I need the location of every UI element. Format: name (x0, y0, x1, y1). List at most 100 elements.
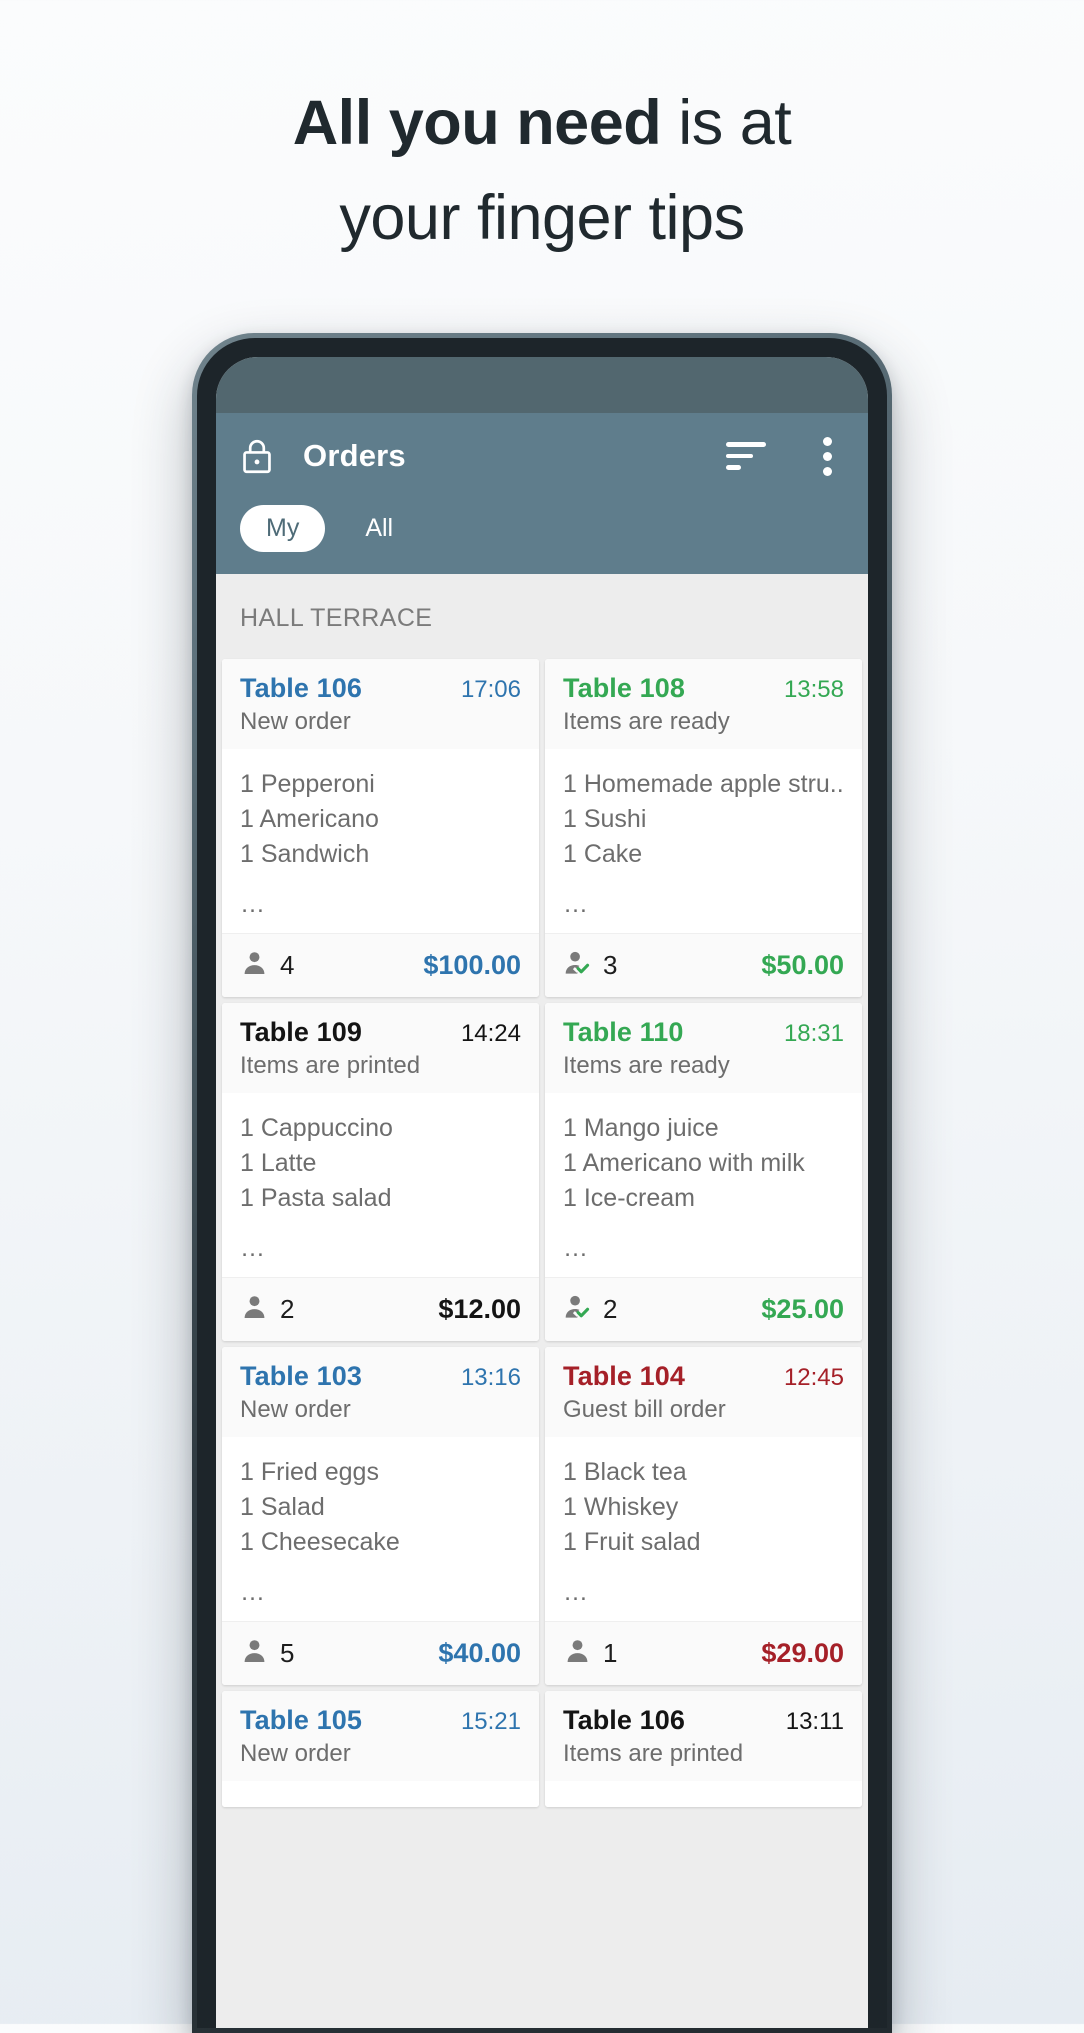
guest-count: 4 (280, 949, 295, 980)
order-card-header-row: Table 106 13:11 (563, 1705, 844, 1736)
order-card-footer: 2 $25.00 (545, 1277, 862, 1341)
order-card[interactable]: Table 103 13:16 New order 1 Fried eggs 1 … (222, 1347, 539, 1685)
order-time: 15:21 (460, 1708, 521, 1735)
order-total: $25.00 (761, 1293, 844, 1324)
order-item: 1 Cappuccino (240, 1114, 393, 1142)
guest-count-group: 5 (240, 1636, 294, 1670)
orders-grid: Table 106 17:06 New order 1 Pepperoni 1 A… (216, 659, 868, 1807)
order-table-name: Table 104 (563, 1361, 685, 1391)
order-more-indicator: … (563, 1578, 591, 1606)
order-card-footer: 1 $29.00 (545, 1621, 862, 1685)
section-header-hall-terrace: HALL TERRACE (240, 604, 433, 632)
order-table-name: Table 108 (563, 673, 685, 703)
person-icon (240, 1636, 269, 1670)
order-card-header-row: Table 110 18:31 (563, 1017, 844, 1048)
guest-count: 2 (280, 1293, 295, 1324)
order-total: $100.00 (423, 949, 521, 980)
order-total: $50.00 (761, 949, 844, 980)
orders-content: HALL TERRACE Table 106 17:06 New order 1… (216, 574, 868, 2026)
guest-count-group: 2 (563, 1292, 617, 1326)
phone-bezel: Orders My All HALL TERRACE Table 106 17:… (192, 333, 892, 2033)
order-time: 13:11 (785, 1708, 844, 1735)
guest-count: 2 (603, 1293, 618, 1324)
order-card[interactable]: Table 106 13:11 Items are printed (545, 1691, 862, 1807)
guest-count-group: 2 (240, 1292, 294, 1326)
order-item: 1 Fried eggs (240, 1458, 379, 1486)
order-card[interactable]: Table 106 17:06 New order 1 Pepperoni 1 A… (222, 659, 539, 997)
guest-count-group: 1 (563, 1636, 617, 1670)
order-status: Items are printed (240, 1052, 421, 1079)
person-icon (240, 948, 269, 982)
order-time: 18:31 (783, 1020, 844, 1047)
order-item: 1 Cake (563, 840, 643, 868)
sort-icon[interactable] (726, 442, 766, 471)
order-total: $12.00 (438, 1293, 521, 1324)
order-card-header-row: Table 108 13:58 (563, 673, 844, 704)
status-bar (216, 357, 868, 413)
order-item: 1 Latte (240, 1149, 317, 1177)
order-more-indicator: … (563, 1234, 591, 1262)
order-items: 1 Homemade apple stru... 1 Sushi 1 Cake … (545, 749, 862, 933)
phone-inner-bezel: Orders My All HALL TERRACE Table 106 17:… (197, 338, 887, 2028)
order-card-header: Table 110 18:31 Items are ready (545, 1003, 862, 1093)
order-more-indicator: … (563, 890, 591, 918)
order-card-footer: 5 $40.00 (222, 1621, 539, 1685)
order-card[interactable]: Table 109 14:24 Items are printed 1 Capp… (222, 1003, 539, 1341)
order-status: New order (240, 1740, 351, 1767)
app-bar: Orders (216, 413, 868, 499)
order-time: 13:16 (460, 1364, 521, 1391)
guest-count: 1 (603, 1637, 618, 1668)
order-card-header: Table 106 13:11 Items are printed (545, 1691, 862, 1781)
order-table-name: Table 109 (240, 1017, 362, 1047)
lock-icon[interactable] (240, 437, 274, 475)
order-card-footer: 4 $100.00 (222, 933, 539, 997)
order-more-indicator: … (240, 1578, 268, 1606)
order-time: 12:45 (783, 1364, 844, 1391)
tab-my[interactable]: My (240, 505, 326, 552)
order-card[interactable]: Table 105 15:21 New order (222, 1691, 539, 1807)
order-card-footer: 2 $12.00 (222, 1277, 539, 1341)
more-vertical-icon[interactable] (810, 436, 844, 476)
order-item: 1 Pasta salad (240, 1184, 392, 1212)
order-status: Items are ready (563, 708, 730, 735)
order-card-header: Table 108 13:58 Items are ready (545, 659, 862, 749)
order-item: 1 Cheesecake (240, 1528, 400, 1556)
order-status: Guest bill order (563, 1396, 726, 1423)
app-bar-title: Orders (303, 438, 406, 473)
order-card[interactable]: Table 110 18:31 Items are ready 1 Mango … (545, 1003, 862, 1341)
order-card[interactable]: Table 104 12:45 Guest bill order 1 Black… (545, 1347, 862, 1685)
person-icon (240, 1292, 269, 1326)
headline-line2: your finger tips (339, 182, 745, 253)
order-items (545, 1781, 862, 1807)
order-item: 1 Pepperoni (240, 770, 375, 798)
order-total: $40.00 (438, 1637, 521, 1668)
order-table-name: Table 105 (240, 1705, 362, 1735)
order-items: 1 Cappuccino 1 Latte 1 Pasta salad … (222, 1093, 539, 1277)
order-card-header-row: Table 103 13:16 (240, 1361, 521, 1392)
phone-screen: Orders My All HALL TERRACE Table 106 17:… (216, 357, 868, 2028)
order-item: 1 Black tea (563, 1458, 687, 1486)
order-item: 1 Americano with milk (563, 1149, 805, 1177)
order-item: 1 Mango juice (563, 1114, 719, 1142)
order-item: 1 Ice-cream (563, 1184, 695, 1212)
headline-bold: All you need (292, 88, 662, 158)
order-status: New order (240, 708, 351, 735)
order-item: 1 Homemade apple stru... (563, 770, 844, 798)
person-check-icon (563, 1292, 592, 1326)
order-card-header-row: Table 106 17:06 (240, 673, 521, 704)
order-time: 14:24 (460, 1020, 521, 1047)
order-item: 1 Fruit salad (563, 1528, 701, 1556)
order-items: 1 Black tea 1 Whiskey 1 Fruit salad … (545, 1437, 862, 1621)
guest-count-group: 4 (240, 948, 294, 982)
tab-all[interactable]: All (339, 505, 419, 552)
order-time: 13:58 (783, 676, 844, 703)
person-icon (563, 1636, 592, 1670)
guest-count: 5 (280, 1637, 295, 1668)
order-card-footer: 3 $50.00 (545, 933, 862, 997)
order-card-header: Table 104 12:45 Guest bill order (545, 1347, 862, 1437)
order-card[interactable]: Table 108 13:58 Items are ready 1 Homema… (545, 659, 862, 997)
order-table-name: Table 106 (563, 1705, 685, 1735)
guest-count-group: 3 (563, 948, 617, 982)
order-total: $29.00 (761, 1637, 844, 1668)
phone-mockup: Orders My All HALL TERRACE Table 106 17:… (192, 333, 892, 2033)
